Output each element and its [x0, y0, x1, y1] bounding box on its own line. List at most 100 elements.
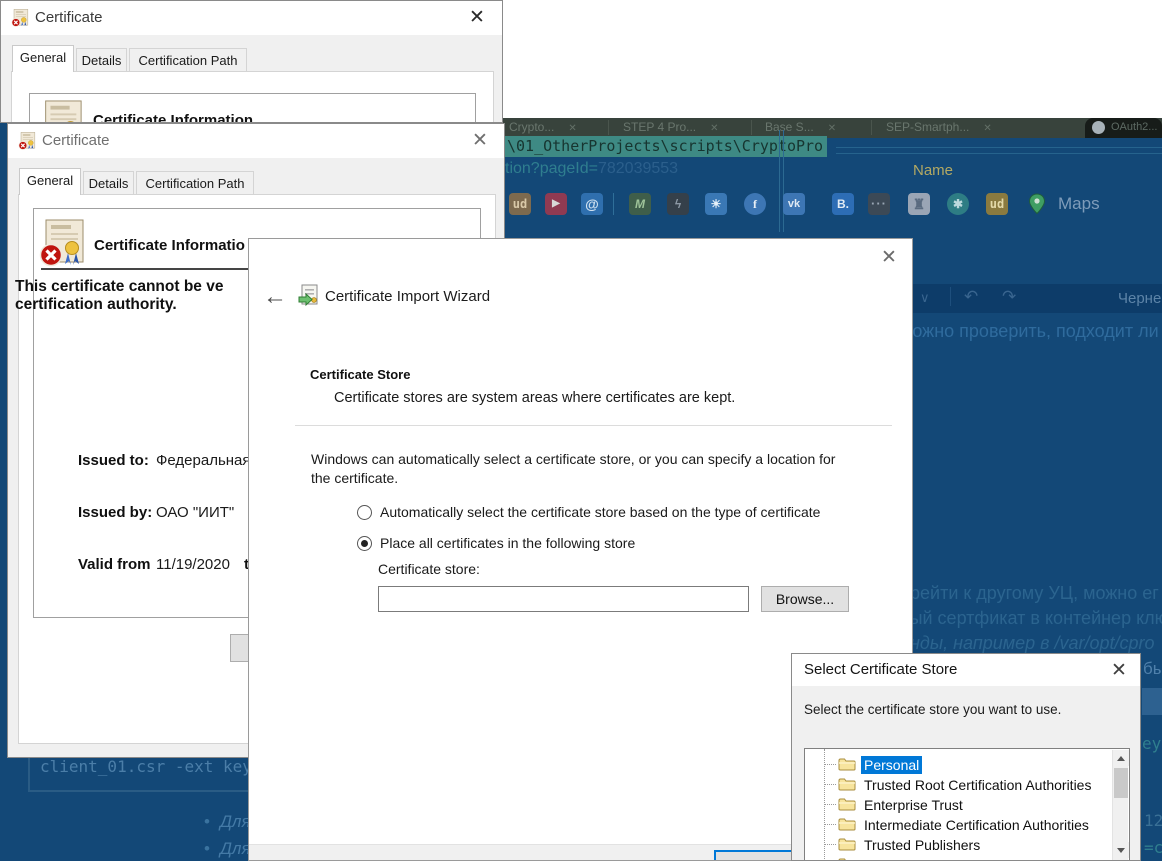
- scroll-down-button[interactable]: [1113, 842, 1129, 858]
- toolbar-separator: [950, 287, 951, 306]
- redo-icon[interactable]: ↷: [1002, 287, 1016, 307]
- tree-item-enterprise-trust[interactable]: Enterprise Trust: [805, 795, 1105, 815]
- tree-item-label[interactable]: Personal: [861, 756, 922, 774]
- table-header-name: Name: [913, 162, 953, 179]
- mail-icon[interactable]: @: [581, 193, 603, 215]
- section-title: Certificate Store: [310, 367, 410, 382]
- tab-details[interactable]: Details: [76, 48, 127, 72]
- tab-general[interactable]: General: [12, 45, 74, 72]
- section-description: Certificate stores are system areas wher…: [334, 390, 735, 406]
- tab-details[interactable]: Details: [83, 171, 134, 195]
- bullet-icon: •: [204, 812, 210, 831]
- tree-item-label[interactable]: Trusted Root Certification Authorities: [861, 776, 1094, 794]
- issued-to-value: Федеральная: [156, 452, 251, 469]
- issued-by-label: Issued by:: [78, 504, 152, 521]
- error-line-2: certification authority.: [15, 296, 223, 314]
- titlebar[interactable]: Select Certificate Store ✕: [792, 654, 1140, 686]
- browser-profile-area[interactable]: OAuth2...: [1085, 118, 1162, 138]
- certificate-store-tree[interactable]: Personal Trusted Root Certification Auth…: [804, 748, 1130, 861]
- url-fragment-text: tion?pageId=: [505, 160, 598, 177]
- tab-label: Details: [89, 176, 129, 191]
- page-url-fragment: tion?pageId=782039553: [505, 160, 678, 178]
- plug-icon[interactable]: ϟ: [667, 193, 689, 215]
- tower-icon[interactable]: ♜: [908, 193, 930, 215]
- certificate-store-input[interactable]: [378, 586, 749, 612]
- paw-icon[interactable]: ✱: [947, 193, 969, 215]
- tree-item-trusted-publishers[interactable]: Trusted Publishers: [805, 835, 1105, 855]
- tree-item-label[interactable]: Trusted Publishers: [861, 836, 983, 854]
- page-text-line: анды, например в /var/opt/cpro: [900, 633, 1155, 654]
- bitrix-icon[interactable]: B.: [832, 193, 854, 215]
- radio-place-all-store[interactable]: [357, 536, 372, 551]
- tree-item-intermediate[interactable]: Intermediate Certification Authorities: [805, 815, 1105, 835]
- intro-line-1: Windows can automatically select a certi…: [311, 450, 835, 469]
- tab-label: General: [20, 50, 66, 65]
- radio-place-all-label[interactable]: Place all certificates in the following …: [380, 535, 635, 551]
- radio-automatic-store[interactable]: [357, 505, 372, 520]
- sun-icon[interactable]: ☀: [705, 193, 727, 215]
- tree-line: [825, 844, 836, 845]
- tree-item-label[interactable]: Untrusted Certificates: [861, 856, 1002, 861]
- tab-close-icon[interactable]: ✕: [568, 123, 576, 134]
- tree-item-trusted-root[interactable]: Trusted Root Certification Authorities: [805, 775, 1105, 795]
- browser-tab[interactable]: Base S...✕: [765, 120, 836, 134]
- page-id-text: 782039553: [598, 160, 678, 177]
- edge-text: =c: [1144, 838, 1162, 857]
- tab-certification-path[interactable]: Certification Path: [136, 171, 254, 195]
- browser-tab[interactable]: SEP-Smartph... ✕: [886, 120, 992, 134]
- tree-item-label[interactable]: Enterprise Trust: [861, 796, 966, 814]
- ud-icon[interactable]: ud: [509, 193, 531, 215]
- scroll-up-icon: [1117, 756, 1125, 761]
- terminal-icon[interactable]: ···: [868, 193, 890, 215]
- tree-item-untrusted[interactable]: Untrusted Certificates: [805, 855, 1105, 861]
- vk-icon[interactable]: vk: [783, 193, 805, 215]
- avatar: [1092, 121, 1105, 134]
- close-icon[interactable]: ✕: [1111, 661, 1127, 680]
- tab-general[interactable]: General: [19, 168, 81, 195]
- certificate-dialog-back: Certificate ✕ General Details Certificat…: [0, 0, 503, 123]
- tab-certification-path[interactable]: Certification Path: [129, 48, 247, 72]
- metro-icon[interactable]: M: [629, 193, 651, 215]
- titlebar[interactable]: Certificate ✕: [1, 1, 502, 35]
- close-icon[interactable]: ✕: [881, 248, 897, 267]
- certificate-error-icon: [18, 132, 36, 150]
- browser-tab[interactable]: STEP 4 Pro...✕: [623, 120, 719, 134]
- draft-label: Черне: [1118, 290, 1161, 307]
- scrollbar-thumb[interactable]: [1114, 768, 1128, 798]
- valid-from-label: Valid from: [78, 556, 151, 573]
- tree-item-label[interactable]: Intermediate Certification Authorities: [861, 816, 1092, 834]
- facebook-icon[interactable]: f: [744, 193, 766, 215]
- close-icon[interactable]: ✕: [472, 131, 488, 150]
- wizard-icon: [297, 284, 321, 308]
- folder-icon: [838, 797, 856, 811]
- browser-tab-label: SEP-Smartph...: [886, 120, 969, 134]
- browser-tab[interactable]: Crypto...✕: [509, 120, 577, 134]
- scrollbar[interactable]: [1112, 750, 1128, 861]
- edge-text: 12: [1144, 811, 1162, 830]
- valid-from-value: 11/19/2020: [156, 556, 230, 573]
- folder-icon: [838, 757, 856, 771]
- back-arrow-icon[interactable]: ←: [263, 283, 287, 311]
- tab-label: Certification Path: [139, 53, 238, 68]
- window-title: Select Certificate Store: [804, 661, 957, 678]
- titlebar[interactable]: Certificate ✕: [8, 124, 504, 158]
- close-icon[interactable]: ✕: [469, 8, 485, 27]
- tab-close-icon[interactable]: ✕: [828, 123, 836, 134]
- tab-label: General: [27, 173, 73, 188]
- maps-label[interactable]: Maps: [1058, 194, 1100, 214]
- tab-close-icon[interactable]: ✕: [983, 123, 991, 134]
- issued-to-label: Issued to:: [78, 452, 149, 469]
- undo-icon[interactable]: ↶: [964, 287, 978, 307]
- tab-close-icon[interactable]: ✕: [710, 123, 718, 134]
- edge-text: бы: [1143, 659, 1162, 679]
- scroll-up-button[interactable]: [1113, 750, 1129, 766]
- tree-item-personal[interactable]: Personal: [805, 755, 1105, 775]
- bullet-icon: •: [204, 839, 210, 858]
- bullet-text: Для: [220, 839, 251, 858]
- chevron-down-icon[interactable]: ∨: [920, 290, 930, 306]
- maps-pin-icon[interactable]: [1026, 193, 1048, 215]
- radio-automatic-label[interactable]: Automatically select the certificate sto…: [380, 504, 820, 520]
- ud2-icon[interactable]: ud: [986, 193, 1008, 215]
- youtube-icon[interactable]: ▶: [545, 193, 567, 215]
- browse-button[interactable]: Browse...: [761, 586, 849, 612]
